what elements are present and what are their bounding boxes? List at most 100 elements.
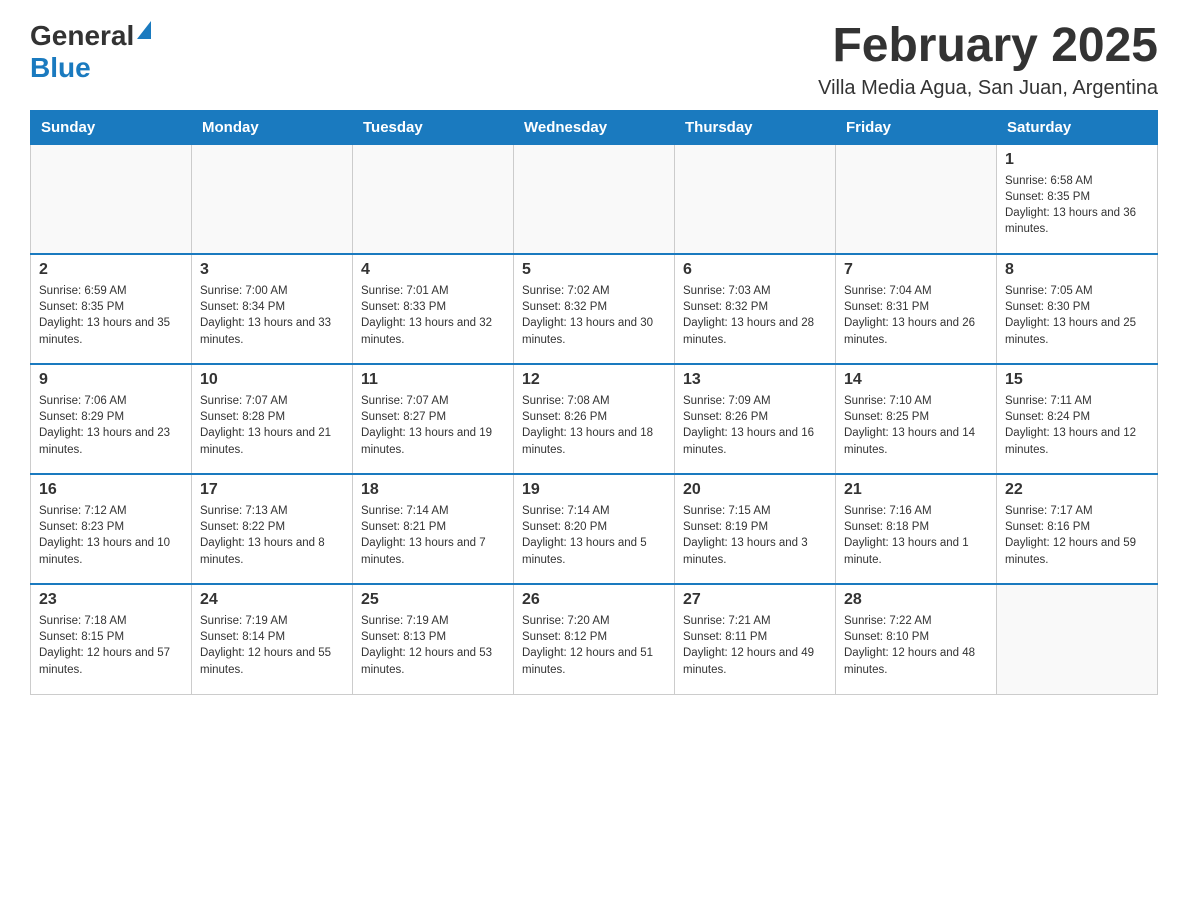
day-number: 21 bbox=[844, 481, 988, 499]
week-row-3: 9 Sunrise: 7:06 AMSunset: 8:29 PMDaylight… bbox=[31, 364, 1158, 474]
day-number: 7 bbox=[844, 261, 988, 279]
day-number: 23 bbox=[39, 591, 183, 609]
calendar-cell: 25 Sunrise: 7:19 AMSunset: 8:13 PMDayligh… bbox=[353, 584, 514, 694]
day-number: 12 bbox=[522, 371, 666, 389]
location-title: Villa Media Agua, San Juan, Argentina bbox=[818, 77, 1158, 100]
day-number: 15 bbox=[1005, 371, 1149, 389]
calendar-cell: 20 Sunrise: 7:15 AMSunset: 8:19 PMDayligh… bbox=[675, 474, 836, 584]
calendar-cell: 7Sunrise: 7:04 AMSunset: 8:31 PMDaylight… bbox=[836, 254, 997, 364]
weekday-header-friday: Friday bbox=[836, 110, 997, 144]
logo-general-text: General bbox=[30, 20, 134, 52]
day-sun-info: Sunrise: 7:19 AMSunset: 8:13 PMDaylight:… bbox=[361, 613, 505, 677]
weekday-header-row: SundayMondayTuesdayWednesdayThursdayFrid… bbox=[31, 110, 1158, 144]
day-number: 4 bbox=[361, 261, 505, 279]
day-sun-info: Sunrise: 7:21 AMSunset: 8:11 PMDaylight:… bbox=[683, 613, 827, 677]
day-sun-info: Sunrise: 7:05 AMSunset: 8:30 PMDaylight:… bbox=[1005, 283, 1149, 347]
day-number: 16 bbox=[39, 481, 183, 499]
day-number: 6 bbox=[683, 261, 827, 279]
day-sun-info: Sunrise: 7:13 AMSunset: 8:22 PMDaylight:… bbox=[200, 503, 344, 567]
day-sun-info: Sunrise: 7:03 AMSunset: 8:32 PMDaylight:… bbox=[683, 283, 827, 347]
calendar-cell: 10 Sunrise: 7:07 AMSunset: 8:28 PMDayligh… bbox=[192, 364, 353, 474]
day-sun-info: Sunrise: 7:12 AMSunset: 8:23 PMDaylight:… bbox=[39, 503, 183, 567]
day-sun-info: Sunrise: 7:09 AMSunset: 8:26 PMDaylight:… bbox=[683, 393, 827, 457]
weekday-header-tuesday: Tuesday bbox=[353, 110, 514, 144]
calendar-cell: 27 Sunrise: 7:21 AMSunset: 8:11 PMDayligh… bbox=[675, 584, 836, 694]
day-sun-info: Sunrise: 7:14 AMSunset: 8:20 PMDaylight:… bbox=[522, 503, 666, 567]
calendar-cell bbox=[675, 144, 836, 254]
weekday-header-sunday: Sunday bbox=[31, 110, 192, 144]
calendar-cell: 5 Sunrise: 7:02 AMSunset: 8:32 PMDaylight… bbox=[514, 254, 675, 364]
calendar-cell: 22 Sunrise: 7:17 AMSunset: 8:16 PMDayligh… bbox=[997, 474, 1158, 584]
day-number: 19 bbox=[522, 481, 666, 499]
calendar-cell bbox=[353, 144, 514, 254]
calendar-cell: 17 Sunrise: 7:13 AMSunset: 8:22 PMDayligh… bbox=[192, 474, 353, 584]
calendar-cell: 26 Sunrise: 7:20 AMSunset: 8:12 PMDayligh… bbox=[514, 584, 675, 694]
day-number: 22 bbox=[1005, 481, 1149, 499]
day-sun-info: Sunrise: 7:14 AMSunset: 8:21 PMDaylight:… bbox=[361, 503, 505, 567]
day-number: 5 bbox=[522, 261, 666, 279]
calendar-cell: 12 Sunrise: 7:08 AMSunset: 8:26 PMDayligh… bbox=[514, 364, 675, 474]
day-sun-info: Sunrise: 7:00 AMSunset: 8:34 PMDaylight:… bbox=[200, 283, 344, 347]
calendar-cell: 15 Sunrise: 7:11 AMSunset: 8:24 PMDayligh… bbox=[997, 364, 1158, 474]
week-row-2: 2Sunrise: 6:59 AMSunset: 8:35 PMDaylight… bbox=[31, 254, 1158, 364]
calendar-cell: 13Sunrise: 7:09 AMSunset: 8:26 PMDayligh… bbox=[675, 364, 836, 474]
day-number: 2 bbox=[39, 261, 183, 279]
logo: General Blue bbox=[30, 20, 151, 84]
day-sun-info: Sunrise: 7:22 AMSunset: 8:10 PMDaylight:… bbox=[844, 613, 988, 677]
day-number: 17 bbox=[200, 481, 344, 499]
calendar-cell: 2Sunrise: 6:59 AMSunset: 8:35 PMDaylight… bbox=[31, 254, 192, 364]
day-number: 25 bbox=[361, 591, 505, 609]
day-number: 9 bbox=[39, 371, 183, 389]
day-number: 8 bbox=[1005, 261, 1149, 279]
day-number: 10 bbox=[200, 371, 344, 389]
day-number: 11 bbox=[361, 371, 505, 389]
day-sun-info: Sunrise: 7:07 AMSunset: 8:27 PMDaylight:… bbox=[361, 393, 505, 457]
calendar-cell: 19 Sunrise: 7:14 AMSunset: 8:20 PMDayligh… bbox=[514, 474, 675, 584]
calendar-cell: 14 Sunrise: 7:10 AMSunset: 8:25 PMDayligh… bbox=[836, 364, 997, 474]
day-sun-info: Sunrise: 7:10 AMSunset: 8:25 PMDaylight:… bbox=[844, 393, 988, 457]
calendar-cell bbox=[836, 144, 997, 254]
day-sun-info: Sunrise: 7:20 AMSunset: 8:12 PMDaylight:… bbox=[522, 613, 666, 677]
day-sun-info: Sunrise: 7:15 AMSunset: 8:19 PMDaylight:… bbox=[683, 503, 827, 567]
month-title: February 2025 bbox=[818, 20, 1158, 73]
day-number: 14 bbox=[844, 371, 988, 389]
calendar-cell: 8 Sunrise: 7:05 AMSunset: 8:30 PMDaylight… bbox=[997, 254, 1158, 364]
day-sun-info: Sunrise: 7:18 AMSunset: 8:15 PMDaylight:… bbox=[39, 613, 183, 677]
day-sun-info: Sunrise: 7:06 AMSunset: 8:29 PMDaylight:… bbox=[39, 393, 183, 457]
day-number: 27 bbox=[683, 591, 827, 609]
week-row-1: 1 Sunrise: 6:58 AMSunset: 8:35 PMDaylight… bbox=[31, 144, 1158, 254]
day-sun-info: Sunrise: 7:11 AMSunset: 8:24 PMDaylight:… bbox=[1005, 393, 1149, 457]
day-sun-info: Sunrise: 7:02 AMSunset: 8:32 PMDaylight:… bbox=[522, 283, 666, 347]
calendar-cell: 23 Sunrise: 7:18 AMSunset: 8:15 PMDayligh… bbox=[31, 584, 192, 694]
day-sun-info: Sunrise: 6:58 AMSunset: 8:35 PMDaylight:… bbox=[1005, 173, 1149, 237]
day-number: 26 bbox=[522, 591, 666, 609]
weekday-header-saturday: Saturday bbox=[997, 110, 1158, 144]
week-row-5: 23 Sunrise: 7:18 AMSunset: 8:15 PMDayligh… bbox=[31, 584, 1158, 694]
page-header: General Blue February 2025 Villa Media A… bbox=[30, 20, 1158, 100]
calendar-cell: 4 Sunrise: 7:01 AMSunset: 8:33 PMDaylight… bbox=[353, 254, 514, 364]
calendar-cell: 21Sunrise: 7:16 AMSunset: 8:18 PMDayligh… bbox=[836, 474, 997, 584]
day-number: 20 bbox=[683, 481, 827, 499]
day-sun-info: Sunrise: 7:08 AMSunset: 8:26 PMDaylight:… bbox=[522, 393, 666, 457]
day-sun-info: Sunrise: 7:17 AMSunset: 8:16 PMDaylight:… bbox=[1005, 503, 1149, 567]
calendar-cell bbox=[997, 584, 1158, 694]
day-number: 24 bbox=[200, 591, 344, 609]
calendar-cell: 11 Sunrise: 7:07 AMSunset: 8:27 PMDayligh… bbox=[353, 364, 514, 474]
calendar-cell: 6 Sunrise: 7:03 AMSunset: 8:32 PMDaylight… bbox=[675, 254, 836, 364]
weekday-header-wednesday: Wednesday bbox=[514, 110, 675, 144]
weekday-header-monday: Monday bbox=[192, 110, 353, 144]
calendar-cell: 18Sunrise: 7:14 AMSunset: 8:21 PMDayligh… bbox=[353, 474, 514, 584]
calendar-cell: 9 Sunrise: 7:06 AMSunset: 8:29 PMDaylight… bbox=[31, 364, 192, 474]
day-sun-info: Sunrise: 7:19 AMSunset: 8:14 PMDaylight:… bbox=[200, 613, 344, 677]
day-number: 28 bbox=[844, 591, 988, 609]
calendar-cell bbox=[514, 144, 675, 254]
calendar-cell: 3Sunrise: 7:00 AMSunset: 8:34 PMDaylight… bbox=[192, 254, 353, 364]
day-sun-info: Sunrise: 7:01 AMSunset: 8:33 PMDaylight:… bbox=[361, 283, 505, 347]
logo-triangle-icon bbox=[137, 21, 151, 44]
day-number: 1 bbox=[1005, 151, 1149, 169]
day-sun-info: Sunrise: 7:07 AMSunset: 8:28 PMDaylight:… bbox=[200, 393, 344, 457]
calendar-cell: 24 Sunrise: 7:19 AMSunset: 8:14 PMDayligh… bbox=[192, 584, 353, 694]
logo-blue-text: Blue bbox=[30, 52, 91, 84]
calendar-cell: 1 Sunrise: 6:58 AMSunset: 8:35 PMDaylight… bbox=[997, 144, 1158, 254]
calendar-cell: 16 Sunrise: 7:12 AMSunset: 8:23 PMDayligh… bbox=[31, 474, 192, 584]
